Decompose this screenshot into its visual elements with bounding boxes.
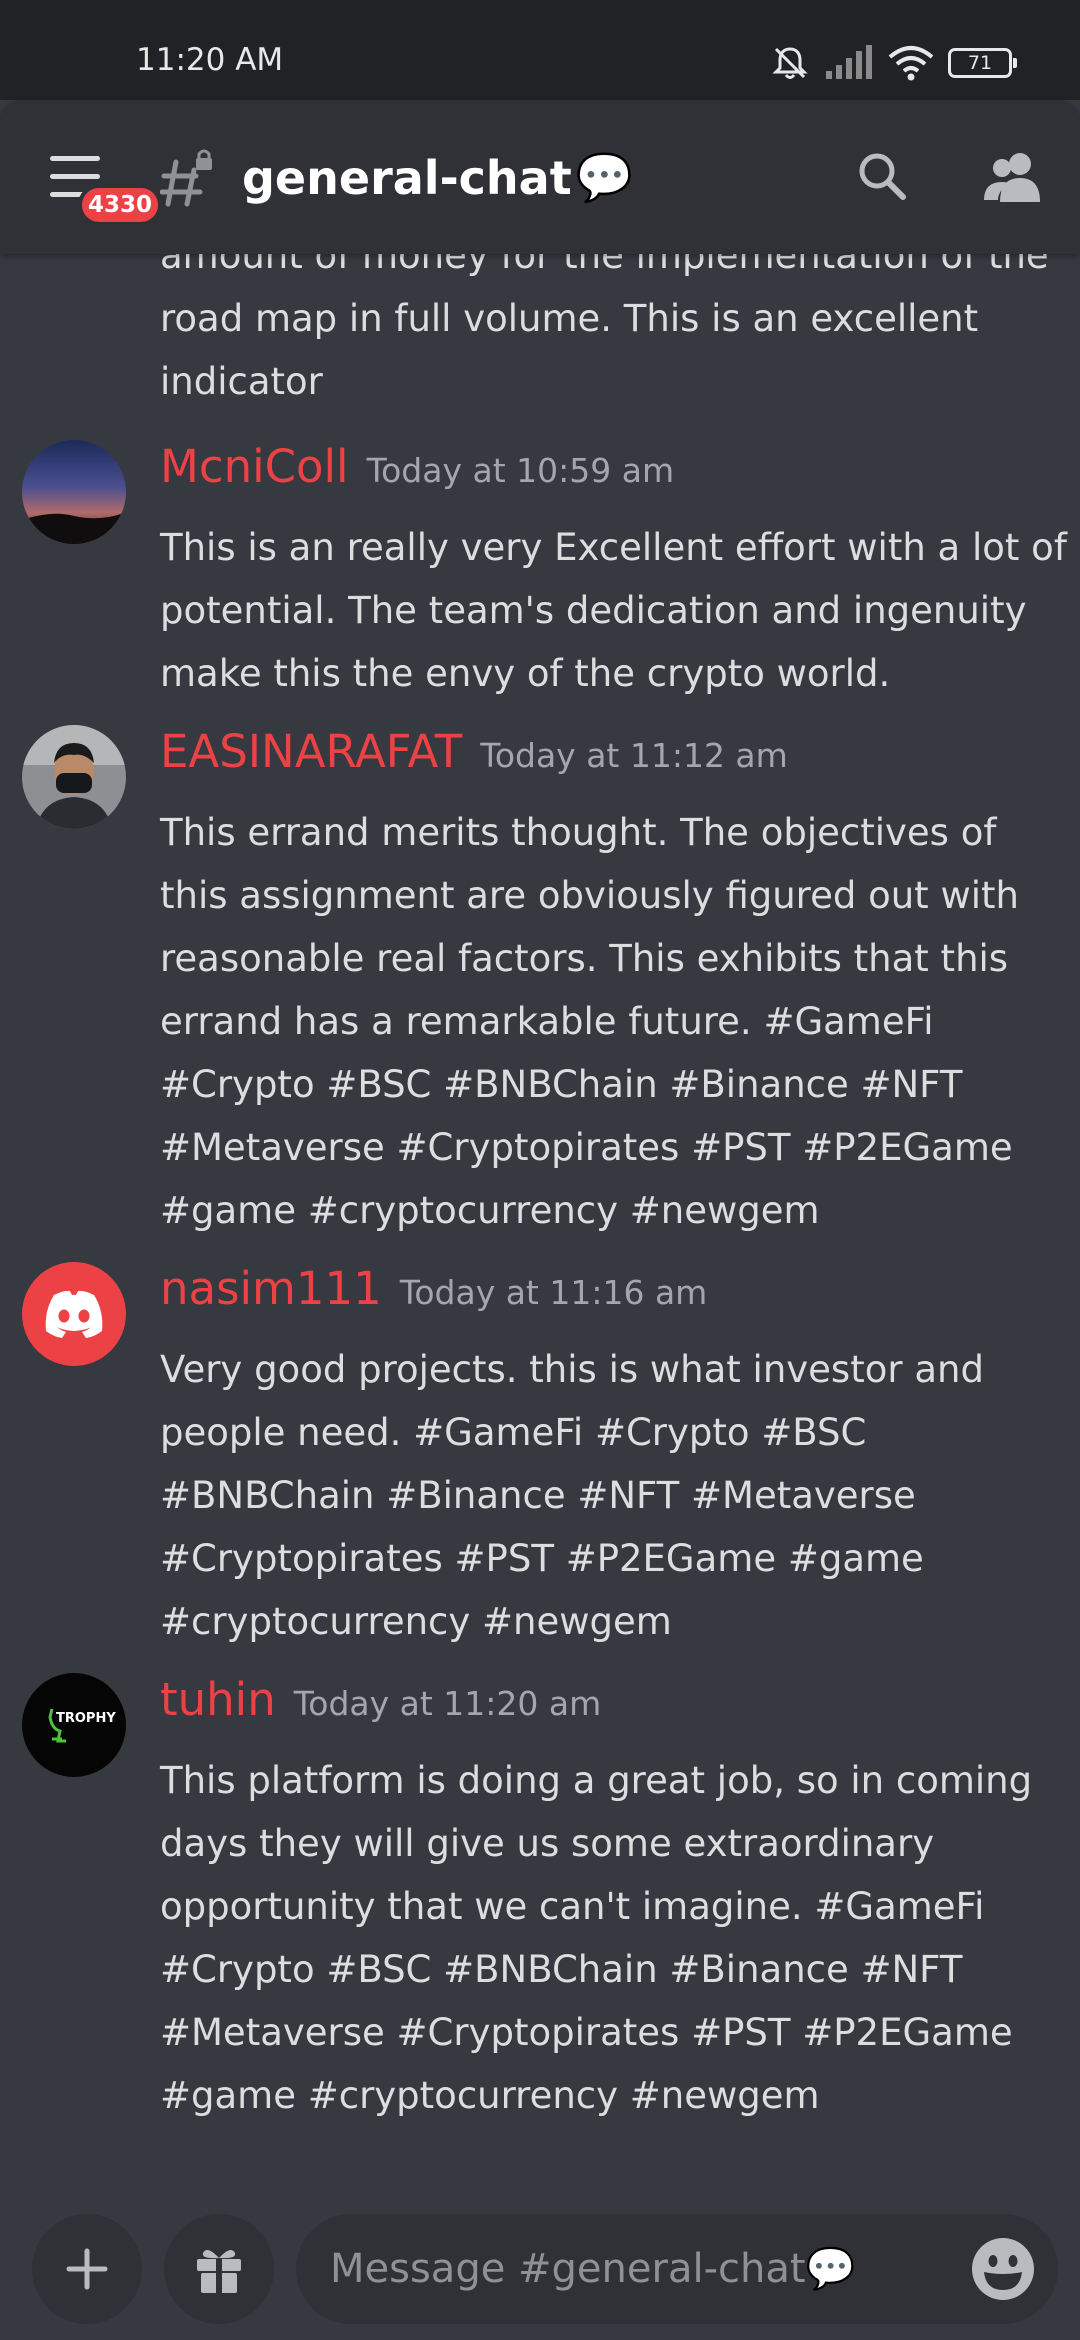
message-item[interactable]: McniColl Today at 10:59 am This is an re…	[0, 440, 1080, 695]
search-icon[interactable]	[856, 150, 908, 202]
message-item[interactable]: TROPHY tuhin Today at 11:20 am This plat…	[0, 1673, 1080, 2173]
username[interactable]: nasim111	[160, 1262, 382, 1315]
gift-button[interactable]	[164, 2214, 274, 2324]
message-text: This is an really very Excellent effort …	[160, 526, 1067, 695]
person-avatar-image	[22, 725, 126, 829]
unread-badge: 4330	[78, 184, 163, 226]
message-header: McniColl Today at 10:59 am	[160, 440, 674, 493]
channel-title[interactable]: general-chat 💬	[242, 150, 633, 205]
avatar[interactable]	[22, 725, 126, 829]
timestamp: Today at 11:16 am	[399, 1273, 708, 1312]
username[interactable]: EASINARAFAT	[160, 725, 462, 778]
message-item[interactable]: EASINARAFAT Today at 11:12 am This erran…	[0, 725, 1080, 1232]
message-input[interactable]	[330, 2214, 930, 2324]
status-bar: 11:20 AM 71	[0, 0, 1080, 100]
message-item[interactable]: nasim111 Today at 11:16 am Very good pro…	[0, 1262, 1080, 1682]
username[interactable]: McniColl	[160, 440, 349, 493]
message-header: EASINARAFAT Today at 11:12 am	[160, 725, 788, 778]
trophy-logo-text: TROPHY	[56, 1711, 116, 1726]
timestamp: Today at 11:12 am	[480, 736, 788, 775]
status-time: 11:20 AM	[136, 42, 284, 78]
gift-icon	[197, 2249, 241, 2293]
emoji-icon[interactable]	[970, 2236, 1036, 2302]
message-input-container[interactable]	[296, 2214, 1058, 2324]
message-list[interactable]: amount of money for the implementation o…	[0, 254, 1080, 2200]
message-text: Very good projects. this is what investo…	[160, 1348, 984, 1643]
previous-message-continuation: amount of money for the implementation o…	[160, 254, 1049, 403]
avatar[interactable]: TROPHY	[22, 1673, 126, 1777]
private-channel-hash-icon	[160, 149, 212, 207]
status-icons: 71	[770, 38, 1017, 88]
username[interactable]: tuhin	[160, 1673, 276, 1726]
sunset-avatar-image	[22, 440, 126, 544]
discord-logo-icon	[45, 1290, 103, 1338]
avatar[interactable]	[22, 1262, 126, 1366]
message-text: This errand merits thought. The objectiv…	[160, 811, 1019, 1232]
message-header: tuhin Today at 11:20 am	[160, 1673, 601, 1726]
members-icon[interactable]	[982, 150, 1042, 204]
timestamp: Today at 10:59 am	[366, 451, 675, 490]
message-text: This platform is doing a great job, so i…	[160, 1759, 1033, 2117]
message-composer	[0, 2200, 1080, 2340]
avatar[interactable]	[22, 440, 126, 544]
signal-icon	[826, 45, 872, 79]
plus-icon	[66, 2248, 108, 2290]
battery-icon: 71	[948, 48, 1017, 78]
speech-bubble-emoji: 💬	[575, 150, 633, 204]
timestamp: Today at 11:20 am	[293, 1684, 602, 1723]
channel-name-text: general-chat	[242, 150, 572, 205]
wifi-icon	[888, 46, 934, 81]
add-attachment-button[interactable]	[32, 2214, 142, 2324]
mute-bell-icon	[772, 47, 808, 79]
channel-header: 4330 general-chat 💬	[0, 100, 1080, 254]
message-header: nasim111 Today at 11:16 am	[160, 1262, 707, 1315]
